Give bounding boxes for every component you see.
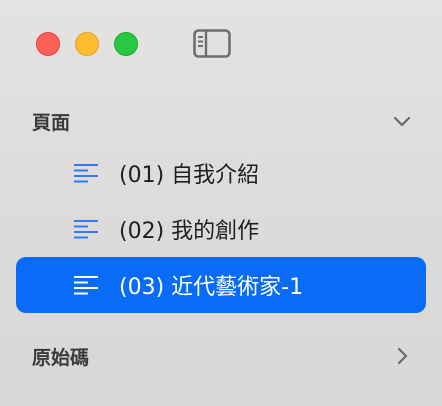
section-title-source: 原始碼 bbox=[32, 346, 90, 369]
page-item-label: (02) 我的創作 bbox=[119, 219, 260, 244]
section-title-pages: 頁面 bbox=[32, 111, 71, 134]
chevron-down-icon[interactable] bbox=[392, 111, 412, 131]
section-header-source[interactable]: 原始碼 bbox=[32, 341, 412, 371]
sidebar-toggle-icon bbox=[193, 29, 231, 58]
close-button[interactable] bbox=[36, 32, 60, 56]
page-item-label: (03) 近代藝術家-1 bbox=[119, 275, 304, 300]
chevron-right-icon[interactable] bbox=[392, 346, 412, 366]
window-controls bbox=[36, 32, 138, 56]
text-lines-icon bbox=[74, 276, 98, 295]
section-header-pages[interactable]: 頁面 bbox=[32, 106, 412, 136]
text-lines-icon bbox=[74, 164, 98, 183]
minimize-button[interactable] bbox=[75, 32, 99, 56]
sidebar-toggle-button[interactable] bbox=[193, 29, 231, 58]
zoom-button[interactable] bbox=[114, 32, 138, 56]
page-item-02[interactable]: (02) 我的創作 bbox=[16, 201, 426, 257]
text-lines-icon bbox=[74, 220, 98, 239]
page-item-01[interactable]: (01) 自我介紹 bbox=[16, 145, 426, 201]
page-item-03-selected[interactable]: (03) 近代藝術家-1 bbox=[16, 257, 426, 313]
page-item-label: (01) 自我介紹 bbox=[119, 163, 260, 188]
